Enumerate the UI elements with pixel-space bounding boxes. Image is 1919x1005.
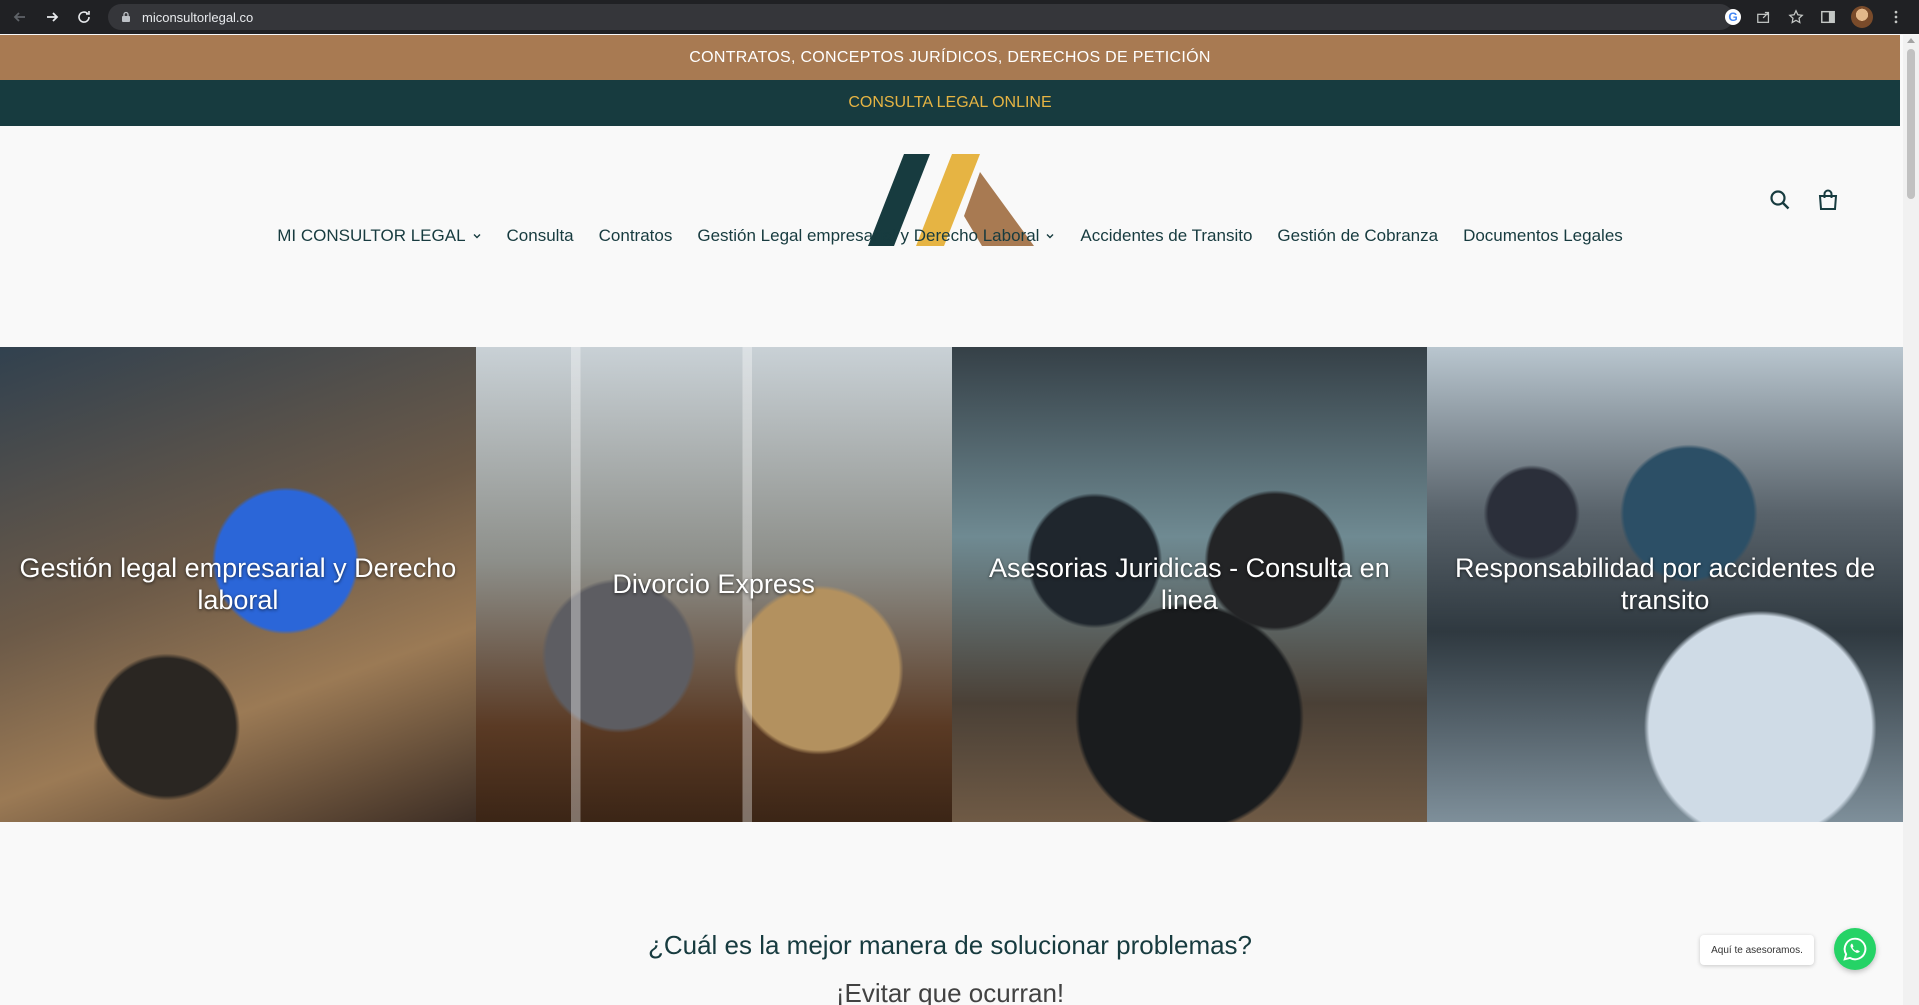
kebab-menu-icon[interactable] <box>1887 8 1905 26</box>
section-headline: ¿Cuál es la mejor manera de solucionar p… <box>647 930 1253 960</box>
url-text: miconsultorlegal.co <box>142 9 254 25</box>
nav-item-label: Documentos Legales <box>1463 226 1623 245</box>
page-scrollbar[interactable] <box>1903 35 1919 1005</box>
nav-item-gestion-legal[interactable]: Gestión Legal empresarial y Derecho Labo… <box>697 226 1055 246</box>
announcement-bar-top: CONTRATOS, CONCEPTOS JURÍDICOS, DERECHOS… <box>0 35 1900 80</box>
announcement-top-text: CONTRATOS, CONCEPTOS JURÍDICOS, DERECHOS… <box>689 48 1211 66</box>
forward-arrow-icon[interactable] <box>36 0 68 34</box>
collection-tile-divorcio[interactable]: Divorcio Express <box>475 347 952 822</box>
nav-item-contratos[interactable]: Contratos <box>599 226 673 246</box>
collection-title: Gestión legal empresarial y Derecho labo… <box>19 553 457 615</box>
side-panel-icon[interactable] <box>1819 8 1837 26</box>
scroll-up-arrow[interactable] <box>1907 38 1915 43</box>
site-header: MI CONSULTOR LEGAL Consulta Contratos Ge… <box>0 126 1900 346</box>
nav-item-label: Gestión de Cobranza <box>1277 226 1439 245</box>
section-subheadline: ¡Evitar que ocurran! <box>835 978 1065 1005</box>
collection-tile-gestion-legal[interactable]: Gestión legal empresarial y Derecho labo… <box>0 347 476 822</box>
nav-item-accidentes[interactable]: Accidentes de Transito <box>1080 226 1252 246</box>
announcement-bottom-text: CONSULTA LEGAL ONLINE <box>848 94 1052 111</box>
browser-toolbar: miconsultorlegal.co G <box>0 0 1919 34</box>
nav-item-consulta[interactable]: Consulta <box>507 226 574 246</box>
profile-avatar[interactable] <box>1851 6 1873 28</box>
reload-icon[interactable] <box>68 0 100 34</box>
nav-item-documentos[interactable]: Documentos Legales <box>1463 226 1623 246</box>
main-navigation: MI CONSULTOR LEGAL Consulta Contratos Ge… <box>0 226 1900 246</box>
search-icon[interactable] <box>1768 188 1792 212</box>
collection-title: Responsabilidad por accidentes de transi… <box>1454 553 1876 615</box>
whatsapp-icon <box>1843 937 1867 961</box>
nav-item-label: Gestión Legal empresarial y Derecho Labo… <box>697 226 1040 245</box>
nav-item-label: Contratos <box>598 226 673 245</box>
collection-grid: Gestión legal empresarial y Derecho labo… <box>0 347 1903 822</box>
nav-item-label: MI CONSULTOR LEGAL <box>277 226 466 245</box>
share-icon[interactable] <box>1755 8 1773 26</box>
back-arrow-icon[interactable] <box>4 0 36 34</box>
whatsapp-button[interactable] <box>1834 928 1876 970</box>
collection-tile-asesorias[interactable]: Asesorias Juridicas - Consulta en linea <box>951 347 1428 822</box>
collection-title: Asesorias Juridicas - Consulta en linea <box>989 553 1390 615</box>
whatsapp-bubble[interactable]: Aquí te asesoramos. <box>1700 935 1814 965</box>
nav-item-label: Accidentes de Transito <box>1080 226 1253 245</box>
star-icon[interactable] <box>1787 8 1805 26</box>
nav-item-label: Consulta <box>506 226 574 245</box>
google-icon[interactable]: G <box>1725 9 1741 25</box>
announcement-bar-bottom: CONSULTA LEGAL ONLINE <box>0 80 1900 126</box>
shopping-bag-icon[interactable] <box>1816 188 1840 212</box>
nav-item-cobranza[interactable]: Gestión de Cobranza <box>1277 226 1438 246</box>
chevron-down-icon <box>473 234 481 239</box>
chevron-down-icon <box>1046 234 1054 239</box>
whatsapp-bubble-text: Aquí te asesoramos. <box>1711 944 1803 956</box>
nav-item-mi-consultor-legal[interactable]: MI CONSULTOR LEGAL <box>277 226 481 246</box>
scrollbar-thumb[interactable] <box>1907 49 1915 199</box>
collection-title: Divorcio Express <box>612 568 815 599</box>
address-bar[interactable]: miconsultorlegal.co <box>108 4 1733 30</box>
lock-icon <box>122 11 130 22</box>
collection-tile-accidentes[interactable]: Responsabilidad por accidentes de transi… <box>1427 347 1903 822</box>
